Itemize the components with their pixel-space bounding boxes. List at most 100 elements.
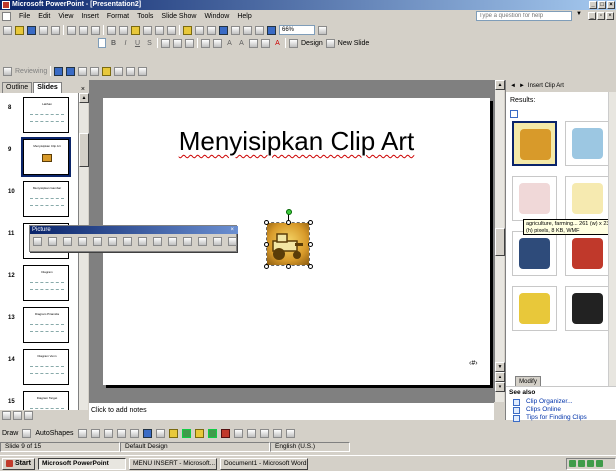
insert-chart-icon[interactable]	[183, 25, 192, 35]
line-style-icon[interactable]	[233, 429, 243, 438]
fill-color-icon[interactable]	[194, 429, 204, 438]
menu-edit[interactable]: Edit	[38, 13, 50, 20]
font-color-icon[interactable]	[220, 429, 230, 438]
slide-thumbnails[interactable]: 8 Latihan 9 Menyisipkan Clip Art 10 Menyisipk…	[0, 93, 78, 420]
doc-minimize-button[interactable]: _	[588, 12, 596, 20]
resize-handle[interactable]	[286, 264, 291, 269]
insert-clip-art-icon[interactable]	[168, 429, 178, 438]
show-formatting-icon[interactable]	[243, 25, 252, 35]
doc-close-button[interactable]: ×	[606, 12, 614, 20]
tray-icon[interactable]	[596, 460, 603, 467]
tab-slides[interactable]: Slides	[33, 82, 62, 93]
reviewing-icon[interactable]	[3, 66, 12, 76]
more-brightness-icon[interactable]	[93, 237, 102, 246]
back-icon[interactable]: ◄	[510, 80, 516, 92]
previous-item-icon[interactable]	[54, 66, 64, 76]
select-objects-icon[interactable]	[22, 429, 32, 438]
document-icon[interactable]	[2, 12, 11, 21]
line-style-icon[interactable]	[153, 237, 162, 246]
format-picture-icon[interactable]	[198, 237, 207, 246]
tray-icon[interactable]	[569, 460, 576, 467]
spelling-icon[interactable]	[91, 25, 100, 35]
clip-result-school-bus[interactable]	[512, 286, 557, 331]
insert-hyperlink-icon[interactable]	[219, 25, 228, 35]
set-transparent-color-icon[interactable]	[213, 237, 222, 246]
menu-insert[interactable]: Insert	[81, 13, 99, 20]
autoshapes-menu[interactable]: AutoShapes	[35, 430, 73, 437]
resize-handle[interactable]	[264, 220, 269, 225]
task-pane-title[interactable]: Insert Clip Art	[528, 80, 564, 92]
next-slide-icon[interactable]: ▾	[495, 382, 505, 392]
resize-handle[interactable]	[308, 242, 313, 247]
slide-show-view-icon[interactable]	[24, 410, 33, 420]
undo-icon[interactable]	[155, 25, 164, 35]
slide-thumbnail-image[interactable]: Menyisipkan Gambar	[23, 181, 69, 217]
line-color-icon[interactable]	[207, 429, 217, 438]
arrow-icon[interactable]	[90, 429, 100, 438]
email-icon[interactable]	[51, 25, 60, 35]
close-window-button[interactable]: ×	[607, 1, 615, 9]
picture-toolbar-title[interactable]: Picture	[30, 226, 238, 234]
unapply-icon[interactable]	[90, 66, 100, 76]
resize-handle[interactable]	[286, 220, 291, 225]
task-pane-scrollbar[interactable]	[608, 92, 616, 386]
new-slide-button[interactable]: New Slide	[338, 40, 370, 47]
menu-file[interactable]: File	[19, 13, 30, 20]
clip-result-tractor[interactable]	[512, 121, 557, 166]
scroll-up-icon[interactable]: ▲	[495, 80, 505, 90]
dash-style-icon[interactable]	[246, 429, 256, 438]
menu-view[interactable]: View	[58, 13, 73, 20]
insert-comment-icon[interactable]	[102, 66, 112, 76]
cut-icon[interactable]	[107, 25, 116, 35]
bullets-icon[interactable]	[213, 38, 222, 48]
wordart-icon[interactable]	[142, 429, 152, 438]
clip-organizer-link[interactable]: Clip Organizer...	[526, 398, 573, 405]
notes-pane[interactable]: Click to add notes	[89, 402, 494, 420]
reviewing-label[interactable]: Reviewing	[15, 68, 47, 75]
help-search-input[interactable]	[476, 11, 572, 21]
scroll-down-icon[interactable]: ▼	[495, 362, 505, 372]
resize-handle[interactable]	[264, 264, 269, 269]
previous-slide-icon[interactable]: ▴	[495, 372, 505, 382]
clip-result-santa[interactable]	[565, 231, 610, 276]
clips-online-link[interactable]: Clips Online	[526, 406, 561, 413]
organize-clips-icon[interactable]	[510, 110, 518, 118]
crop-icon[interactable]	[123, 237, 132, 246]
minimize-button[interactable]: _	[589, 1, 597, 9]
print-preview-icon[interactable]	[79, 25, 88, 35]
scroll-up-icon[interactable]: ▲	[79, 93, 89, 103]
clip-result-eiffel-tower[interactable]	[565, 121, 610, 166]
more-contrast-icon[interactable]	[63, 237, 72, 246]
numbering-icon[interactable]	[201, 38, 210, 48]
clip-result-garland[interactable]	[565, 176, 610, 221]
thumbnails-scrollbar[interactable]: ▲ ▼	[78, 93, 89, 420]
scroll-thumb[interactable]	[79, 133, 89, 167]
open-icon[interactable]	[15, 25, 24, 35]
less-contrast-icon[interactable]	[78, 237, 87, 246]
picture-toolbar-close-icon[interactable]: ×	[230, 226, 234, 234]
format-painter-icon[interactable]	[143, 25, 152, 35]
decrease-indent-icon[interactable]	[249, 38, 258, 48]
3d-style-icon[interactable]	[285, 429, 295, 438]
align-left-icon[interactable]	[161, 38, 170, 48]
color-grayscale-icon[interactable]	[267, 25, 276, 35]
new-slide-icon[interactable]	[325, 38, 335, 48]
picture-toolbar[interactable]: Picture ×	[29, 225, 238, 252]
menu-help[interactable]: Help	[237, 13, 251, 20]
font-color-icon[interactable]: A	[273, 40, 282, 47]
save-icon[interactable]	[27, 25, 36, 35]
powerpoint-app-icon[interactable]	[2, 1, 10, 9]
scroll-thumb[interactable]	[495, 228, 505, 256]
arrow-style-icon[interactable]	[259, 429, 269, 438]
text-box-icon[interactable]	[129, 429, 139, 438]
shadow-icon[interactable]: S	[145, 40, 154, 47]
less-brightness-icon[interactable]	[108, 237, 117, 246]
permission-icon[interactable]	[39, 25, 48, 35]
menu-tools[interactable]: Tools	[137, 13, 153, 20]
resize-handle[interactable]	[308, 264, 313, 269]
compress-pictures-icon[interactable]	[168, 237, 177, 246]
slide-title[interactable]: Menyisipkan Clip Art	[103, 126, 490, 157]
color-icon[interactable]	[48, 237, 57, 246]
tractor-clip-art[interactable]	[267, 223, 309, 265]
next-item-icon[interactable]	[66, 66, 76, 76]
